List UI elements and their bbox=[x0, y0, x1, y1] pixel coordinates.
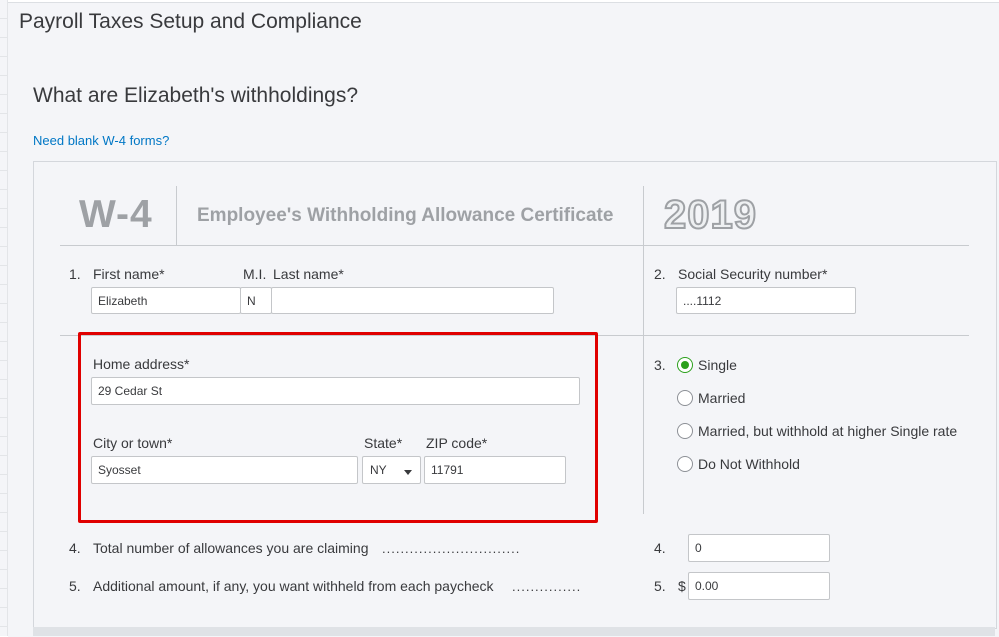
section-5-right-number: 5. bbox=[654, 578, 666, 594]
radio-married-higher-single[interactable] bbox=[677, 423, 693, 439]
section-3-number: 3. bbox=[654, 357, 666, 373]
radio-married-label: Married bbox=[698, 390, 746, 406]
column-divider bbox=[643, 246, 644, 514]
radio-married-higher-single-label: Married, but withhold at higher Single r… bbox=[698, 423, 958, 439]
form-year: 2019 bbox=[663, 192, 757, 238]
header-divider bbox=[176, 186, 177, 245]
year-divider bbox=[643, 186, 644, 245]
section-4-right-number: 4. bbox=[654, 540, 666, 556]
radio-married[interactable] bbox=[677, 390, 693, 406]
section-4-number: 4. bbox=[69, 540, 81, 556]
section-1-number: 1. bbox=[69, 266, 81, 282]
section-2-number: 2. bbox=[654, 266, 666, 282]
first-name-input[interactable] bbox=[91, 287, 241, 314]
allowances-leader-dots: .............................. bbox=[382, 541, 521, 556]
additional-amount-input[interactable] bbox=[688, 572, 830, 600]
allowances-input[interactable] bbox=[688, 534, 830, 562]
radio-single-label: Single bbox=[698, 357, 737, 373]
blank-w4-forms-link[interactable]: Need blank W-4 forms? bbox=[33, 133, 169, 148]
radio-single[interactable] bbox=[677, 357, 693, 373]
currency-symbol: $ bbox=[678, 578, 686, 594]
last-name-label: Last name* bbox=[273, 266, 344, 282]
section-5-number: 5. bbox=[69, 578, 81, 594]
address-highlight-box bbox=[78, 332, 598, 523]
additional-amount-leader-dots: ............... bbox=[512, 579, 582, 594]
form-title: Employee's Withholding Allowance Certifi… bbox=[197, 205, 614, 226]
first-name-label: First name* bbox=[93, 266, 165, 282]
allowances-label: Total number of allowances you are claim… bbox=[93, 540, 369, 556]
form-code: W-4 bbox=[79, 193, 153, 236]
middle-initial-input[interactable] bbox=[240, 287, 272, 314]
header-rule bbox=[60, 245, 969, 246]
ssn-label: Social Security number* bbox=[678, 266, 828, 282]
ssn-input[interactable] bbox=[676, 287, 856, 314]
last-name-input[interactable] bbox=[271, 287, 554, 314]
page-title: Payroll Taxes Setup and Compliance bbox=[19, 10, 362, 33]
mi-label: M.I. bbox=[243, 266, 267, 282]
additional-amount-label: Additional amount, if any, you want with… bbox=[93, 578, 494, 594]
card-bottom-bar bbox=[33, 627, 995, 636]
radio-do-not-withhold-label: Do Not Withhold bbox=[698, 456, 800, 472]
section-heading: What are Elizabeth's withholdings? bbox=[33, 84, 359, 107]
radio-do-not-withhold[interactable] bbox=[677, 456, 693, 472]
left-edge-strip bbox=[0, 0, 8, 636]
